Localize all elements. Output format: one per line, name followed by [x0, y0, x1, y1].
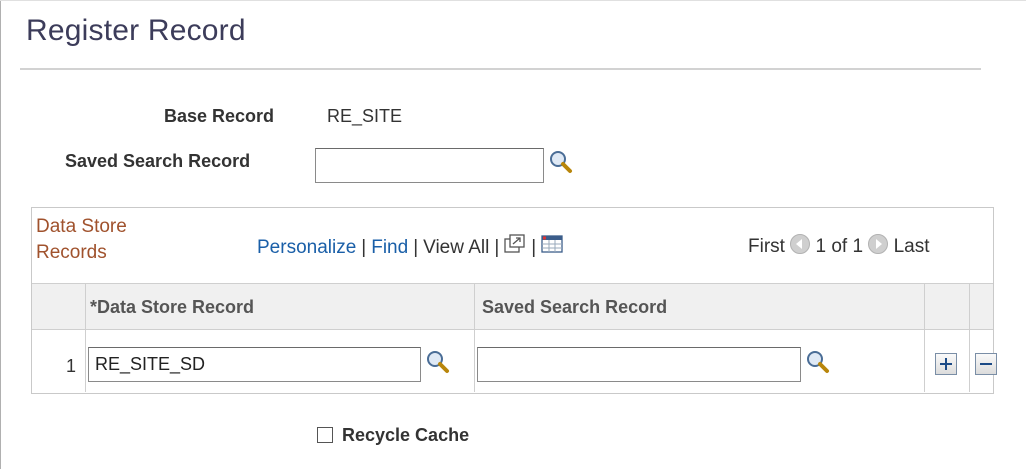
- saved-search-input[interactable]: [315, 148, 544, 183]
- separator: |: [531, 237, 537, 258]
- magnifier-icon[interactable]: [805, 349, 831, 375]
- previous-arrow-icon[interactable]: [790, 234, 811, 254]
- plus-icon-stem: [945, 358, 947, 370]
- data-store-record-input[interactable]: [88, 347, 421, 382]
- recycle-cache-label: Recycle Cache: [342, 425, 470, 445]
- magnifier-icon[interactable]: [548, 149, 574, 175]
- frame-top-border: [0, 0, 1026, 1]
- delete-row-button[interactable]: [975, 353, 997, 375]
- base-record-value: RE_SITE: [327, 106, 403, 126]
- first-link[interactable]: First: [748, 236, 785, 257]
- base-record-label: Base Record: [164, 106, 275, 126]
- personalize-link[interactable]: Personalize: [257, 237, 356, 258]
- column-divider: [969, 283, 970, 392]
- column-divider: [924, 283, 925, 392]
- next-arrow-icon[interactable]: [868, 234, 889, 254]
- grid-caption: Data Store Records: [36, 214, 127, 266]
- view-all-link[interactable]: View All: [423, 237, 489, 258]
- grid-toolbar: Personalize | Find | View All | |: [257, 234, 563, 259]
- magnifier-icon[interactable]: [425, 349, 451, 375]
- grid-caption-line2: Records: [36, 242, 107, 263]
- column-divider: [85, 283, 86, 392]
- recycle-cache-checkbox[interactable]: [317, 427, 333, 443]
- zoom-window-icon[interactable]: [504, 234, 526, 254]
- column-header-saved-search-record[interactable]: Saved Search Record: [482, 297, 667, 318]
- saved-search-label: Saved Search Record: [65, 151, 251, 171]
- saved-search-record-input[interactable]: [477, 347, 801, 382]
- add-row-button[interactable]: [935, 353, 957, 375]
- spreadsheet-icon[interactable]: [541, 234, 563, 254]
- grid-pager: First 1 of 1 Last: [748, 234, 930, 258]
- column-header-data-store-record[interactable]: *Data Store Record: [90, 297, 254, 318]
- last-link[interactable]: Last: [894, 236, 930, 257]
- row-number: 1: [66, 356, 77, 376]
- minus-icon: [980, 363, 992, 365]
- find-link[interactable]: Find: [371, 237, 408, 258]
- frame-left-border: [0, 0, 1, 469]
- separator: |: [413, 237, 419, 258]
- pager-range: 1 of 1: [815, 236, 864, 257]
- title-divider: [20, 68, 981, 70]
- grid-caption-line1: Data Store: [36, 216, 127, 237]
- page-title: Register Record: [26, 14, 246, 47]
- column-divider: [474, 283, 475, 392]
- separator: |: [494, 237, 500, 258]
- separator: |: [361, 237, 367, 258]
